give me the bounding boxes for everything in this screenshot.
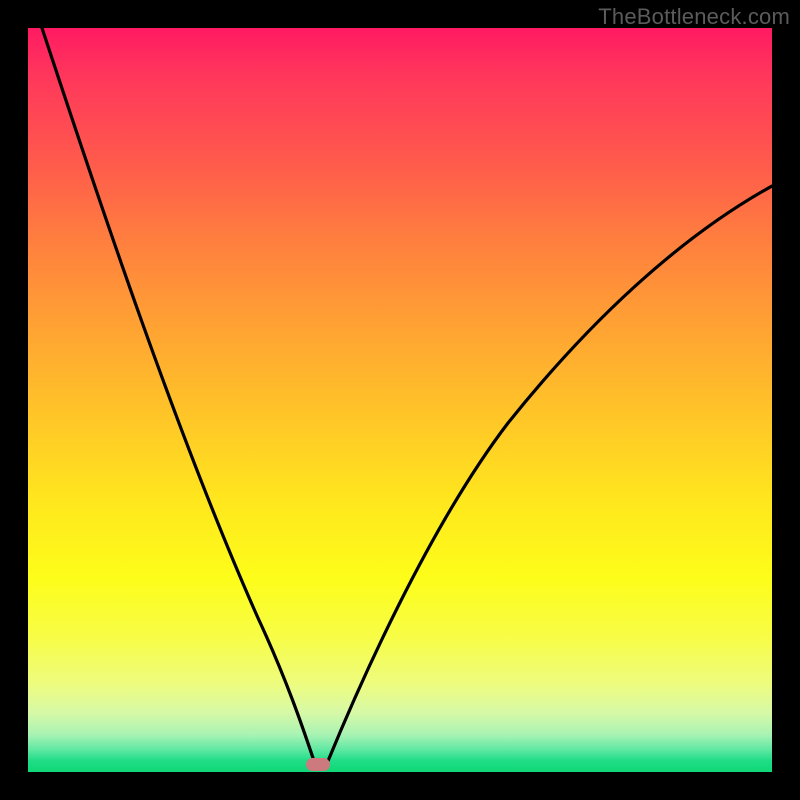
optimum-marker — [306, 758, 330, 771]
watermark-text: TheBottleneck.com — [598, 4, 790, 30]
bottleneck-curve — [28, 28, 772, 772]
chart-frame: TheBottleneck.com — [0, 0, 800, 800]
plot-area — [28, 28, 772, 772]
